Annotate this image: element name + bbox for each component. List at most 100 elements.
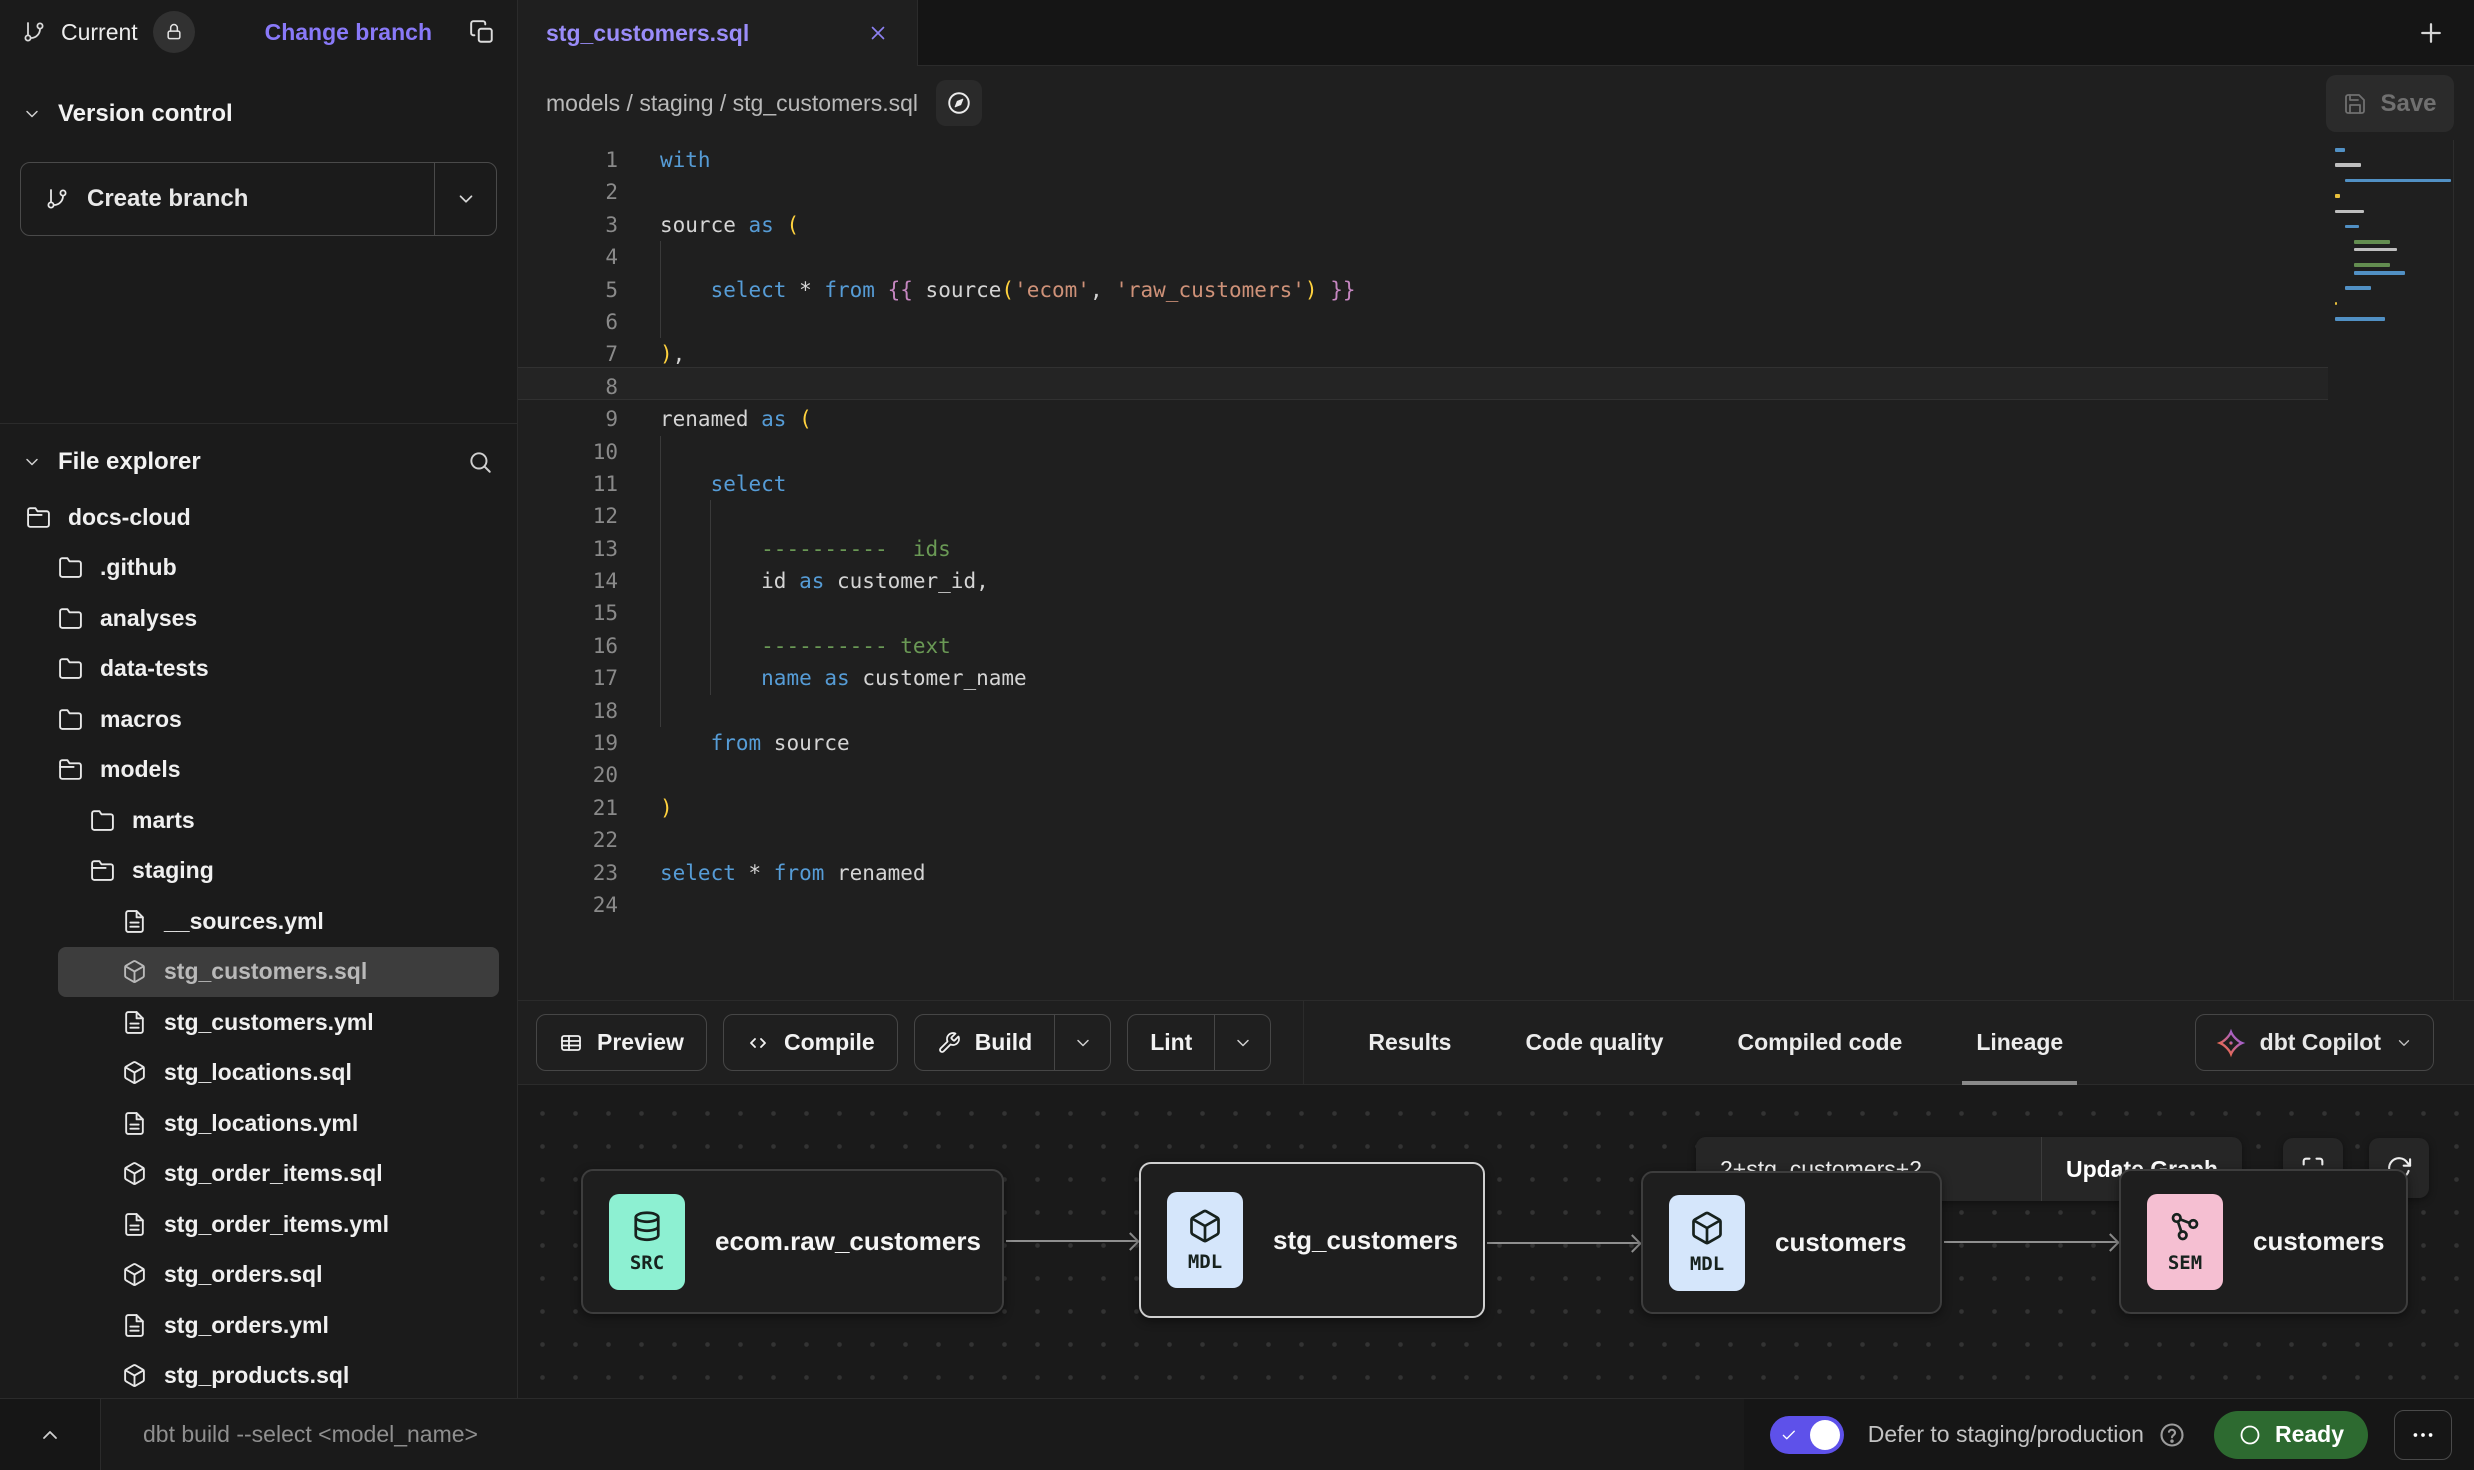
editor-toolbar: Preview Compile Build L [518, 1000, 2474, 1085]
file-tree-item-staging[interactable]: staging [0, 846, 517, 897]
lineage-node-customers[interactable]: SEMcustomers [2119, 1169, 2408, 1314]
node-label: customers [1775, 1227, 1907, 1258]
code-line-16: ---------- text [660, 630, 1356, 662]
file-tree-item-stg_products.sql[interactable]: stg_products.sql [0, 1351, 517, 1399]
preview-label: Preview [597, 1029, 684, 1056]
defer-toggle[interactable] [1770, 1416, 1844, 1454]
file-tree-item-stg_order_items.sql[interactable]: stg_order_items.sql [0, 1149, 517, 1200]
table-icon [559, 1031, 583, 1055]
panel-tab-code-quality[interactable]: Code quality [1525, 1000, 1663, 1085]
status-badge-ready[interactable]: Ready [2214, 1411, 2368, 1459]
lint-label: Lint [1150, 1029, 1192, 1056]
dbt-copilot-button[interactable]: dbt Copilot [2195, 1014, 2434, 1071]
build-dropdown[interactable] [1054, 1015, 1110, 1070]
more-options-button[interactable] [2394, 1410, 2452, 1460]
lineage-edge [1487, 1242, 1639, 1244]
create-branch-main[interactable]: Create branch [21, 163, 434, 235]
file-icon [122, 909, 147, 934]
panel-tab-results[interactable]: Results [1368, 1000, 1451, 1085]
file-tree-item-stg_customers.yml[interactable]: stg_customers.yml [0, 997, 517, 1048]
circle-icon [2238, 1423, 2262, 1447]
file-tree-item-marts[interactable]: marts [0, 795, 517, 846]
new-tab-icon[interactable] [2416, 18, 2446, 48]
lint-dropdown[interactable] [1214, 1015, 1270, 1070]
change-branch-link[interactable]: Change branch [265, 19, 432, 46]
file-tree-item-macros[interactable]: macros [0, 694, 517, 745]
file-tree-item-stg_locations.sql[interactable]: stg_locations.sql [0, 1048, 517, 1099]
code-line-6 [660, 306, 1356, 338]
code-line-1: with [660, 144, 1356, 176]
file-tree-item-__sources.yml[interactable]: __sources.yml [0, 896, 517, 947]
tab-title: stg_customers.sql [546, 20, 749, 47]
folder-icon [58, 707, 83, 732]
command-bar[interactable] [100, 1399, 1744, 1470]
copy-icon[interactable] [469, 19, 495, 45]
status-right: Defer to staging/production Ready [1744, 1399, 2474, 1470]
editor-tab-stg-customers[interactable]: stg_customers.sql [518, 0, 918, 66]
node-badge-MDL: MDL [1167, 1192, 1243, 1288]
node-label: stg_customers [1273, 1225, 1458, 1256]
command-input[interactable] [141, 1420, 1584, 1449]
build-label: Build [975, 1029, 1033, 1056]
file-name: staging [132, 857, 214, 884]
file-icon [122, 1212, 147, 1237]
code-line-13: ---------- ids [660, 533, 1356, 565]
panel-tab-compiled-code[interactable]: Compiled code [1737, 1000, 1902, 1085]
file-name: data-tests [100, 655, 209, 682]
scrollbar-track[interactable] [2453, 140, 2454, 1000]
navigate-button[interactable] [936, 80, 982, 126]
file-tree-item-docs-cloud[interactable]: docs-cloud [0, 492, 517, 543]
file-tree-item-stg_customers.sql[interactable]: stg_customers.sql [58, 947, 499, 998]
code-editor[interactable]: 123456789101112131415161718192021222324 … [518, 140, 2474, 1000]
current-branch-label: Current [61, 19, 138, 46]
minimap[interactable] [2335, 148, 2447, 333]
code-content[interactable]: withsource as ( select * from {{ source(… [660, 144, 1356, 921]
lineage-node-ecom.raw_customers[interactable]: SRCecom.raw_customers [581, 1169, 1004, 1314]
compass-icon [946, 90, 972, 116]
command-bar-collapse[interactable] [0, 1423, 100, 1447]
code-icon [746, 1031, 770, 1055]
cube-icon [1187, 1208, 1223, 1244]
compile-button[interactable]: Compile [723, 1014, 898, 1071]
file-tree-item-.github[interactable]: .github [0, 543, 517, 594]
build-button[interactable]: Build [914, 1014, 1112, 1071]
code-line-24 [660, 889, 1356, 921]
file-name: stg_products.sql [164, 1362, 349, 1389]
file-tree-item-stg_order_items.yml[interactable]: stg_order_items.yml [0, 1199, 517, 1250]
file-explorer-header[interactable]: File explorer [0, 424, 517, 492]
help-icon[interactable] [2158, 1421, 2186, 1449]
code-line-17: name as customer_name [660, 662, 1356, 694]
preview-button[interactable]: Preview [536, 1014, 707, 1071]
file-tree-item-models[interactable]: models [0, 745, 517, 796]
search-icon[interactable] [467, 449, 493, 475]
save-icon [2343, 92, 2367, 116]
file-tree-item-data-tests[interactable]: data-tests [0, 644, 517, 695]
lint-button[interactable]: Lint [1127, 1014, 1271, 1071]
lineage-graph[interactable]: Update Graph SRCecom.raw_customersMDLstg… [518, 1085, 2474, 1398]
file-tree-item-stg_orders.yml[interactable]: stg_orders.yml [0, 1300, 517, 1351]
file-name: stg_customers.yml [164, 1009, 374, 1036]
node-badge-SRC: SRC [609, 1194, 685, 1290]
line-number-gutter: 123456789101112131415161718192021222324 [518, 144, 618, 921]
version-control-header[interactable]: Version control [0, 64, 517, 136]
badge-label: SRC [630, 1252, 664, 1274]
save-button[interactable]: Save [2326, 75, 2454, 132]
file-tree-item-stg_locations.yml[interactable]: stg_locations.yml [0, 1098, 517, 1149]
chevron-down-icon [22, 452, 42, 472]
code-line-19: from source [660, 727, 1356, 759]
panel-tab-lineage[interactable]: Lineage [1976, 1000, 2063, 1085]
file-name: stg_locations.yml [164, 1110, 358, 1137]
file-name: .github [100, 554, 177, 581]
file-icon [122, 1111, 147, 1136]
lineage-node-stg_customers[interactable]: MDL stg_customers [1139, 1162, 1485, 1318]
file-name: macros [100, 706, 182, 733]
lineage-node-customers[interactable]: MDLcustomers [1641, 1171, 1942, 1314]
panel-tabs: Results Code quality Compiled code Lineage [1368, 1000, 2063, 1085]
cube-icon [122, 1161, 147, 1186]
file-tree-item-analyses[interactable]: analyses [0, 593, 517, 644]
create-branch-dropdown[interactable] [434, 163, 496, 235]
create-branch-button[interactable]: Create branch [20, 162, 497, 236]
close-icon[interactable] [867, 22, 889, 44]
code-line-9: renamed as ( [660, 403, 1356, 435]
file-tree-item-stg_orders.sql[interactable]: stg_orders.sql [0, 1250, 517, 1301]
